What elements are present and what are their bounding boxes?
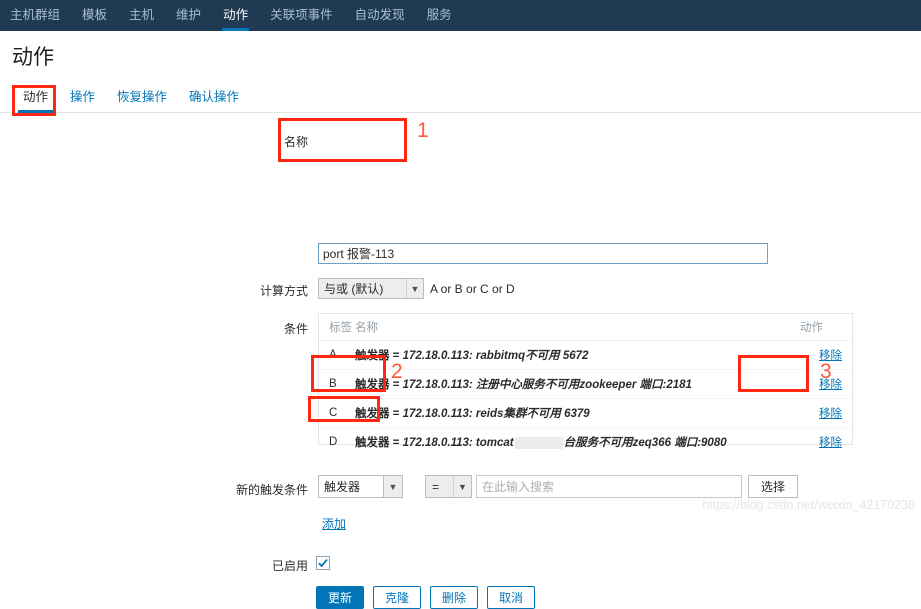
table-row: D 触发器 = 172.18.0.113: tomcat 台服务不可用zeq366…: [319, 428, 852, 457]
nav-item-label: 模板: [82, 8, 107, 22]
condition-name: 触发器 = 172.18.0.113: tomcat 台服务不可用zeq366 端…: [355, 428, 800, 457]
condition-name: 触发器 = 172.18.0.113: reids集群不可用 6379: [355, 399, 800, 428]
clone-button[interactable]: 克隆: [373, 586, 421, 609]
tab-recovery-operations[interactable]: 恢复操作: [106, 86, 178, 112]
condition-name: 触发器 = 172.18.0.113: rabbitmq不可用 5672: [355, 341, 800, 370]
new-condition-label: 新的触发条件: [200, 481, 308, 498]
tab-label: 动作: [23, 90, 48, 104]
enabled-label: 已启用: [240, 557, 308, 574]
calculation-select[interactable]: 与或 (默认) ▼: [318, 278, 424, 299]
nav-item-actions[interactable]: 动作: [212, 0, 259, 31]
nav-item-label: 服务: [427, 8, 452, 22]
nav-item-templates[interactable]: 模板: [71, 0, 118, 31]
name-label: 名称: [240, 133, 308, 150]
condition-operator: =: [390, 437, 403, 449]
table-header-row: 标签 名称 动作: [319, 314, 852, 341]
condition-tag: B: [319, 370, 355, 399]
delete-button[interactable]: 删除: [430, 586, 478, 609]
condition-operator: =: [390, 350, 403, 362]
new-condition-operator-select[interactable]: = ▼: [425, 475, 472, 498]
watermark-text: https://blog.csdn.net/weixin_42170236: [702, 498, 915, 512]
tab-label: 恢复操作: [117, 90, 167, 104]
condition-expression: 172.18.0.113: 注册中心服务不可用zookeeper 端口:2181: [403, 379, 692, 391]
remove-condition-link[interactable]: 移除: [819, 350, 842, 362]
nav-item-label: 动作: [223, 8, 248, 22]
nav-item-label: 主机: [129, 8, 154, 22]
remove-condition-link[interactable]: 移除: [819, 408, 842, 420]
condition-action-cell: 移除: [800, 399, 852, 428]
form-tab-strip: 动作 操作 恢复操作 确认操作: [0, 83, 921, 113]
name-input[interactable]: [318, 243, 768, 264]
condition-expression: 172.18.0.113: reids集群不可用 6379: [403, 408, 590, 420]
condition-action-cell: 移除: [800, 341, 852, 370]
condition-type: 触发器: [355, 379, 390, 391]
condition-operator: =: [390, 379, 403, 391]
nav-item-services[interactable]: 服务: [416, 0, 463, 31]
column-header-name: 名称: [355, 314, 800, 341]
chevron-down-icon[interactable]: ▼: [384, 475, 403, 498]
condition-type: 触发器: [355, 437, 390, 449]
tab-label: 操作: [70, 90, 95, 104]
table-row: B 触发器 = 172.18.0.113: 注册中心服务不可用zookeeper…: [319, 370, 852, 399]
chevron-down-icon: ▼: [406, 279, 423, 298]
tab-label: 确认操作: [189, 90, 239, 104]
redacted-text-block: [515, 437, 563, 449]
calculation-label: 计算方式: [228, 282, 308, 299]
select-button[interactable]: 选择: [748, 475, 798, 498]
condition-action-cell: 移除: [800, 370, 852, 399]
cancel-button[interactable]: 取消: [487, 586, 535, 609]
nav-item-discovery[interactable]: 自动发现: [344, 0, 416, 31]
tab-operations[interactable]: 操作: [59, 86, 106, 112]
enabled-checkbox[interactable]: [316, 556, 330, 570]
condition-action-cell: 移除: [800, 428, 852, 457]
condition-name: 触发器 = 172.18.0.113: 注册中心服务不可用zookeeper 端…: [355, 370, 800, 399]
column-header-action: 动作: [800, 314, 852, 341]
action-form: 名称 计算方式 与或 (默认) ▼ A or B or C or D 条件 标签…: [0, 113, 921, 518]
nav-item-host-groups[interactable]: 主机群组: [0, 0, 71, 31]
table-row: C 触发器 = 172.18.0.113: reids集群不可用 6379 移除: [319, 399, 852, 428]
new-condition-type-value: 触发器: [319, 478, 383, 495]
conditions-panel: 标签 名称 动作 A 触发器 = 172.18.0.113: rabbitmq不…: [318, 313, 853, 445]
checkmark-icon: [317, 557, 329, 569]
calculation-formula: A or B or C or D: [430, 282, 515, 296]
condition-type: 触发器: [355, 408, 390, 420]
form-footer-buttons: 更新 克隆 删除 取消: [316, 586, 535, 609]
condition-expression-after: 台服务不可用zeq366 端口:9080: [564, 437, 727, 449]
page-title: 动作: [12, 41, 54, 71]
nav-item-label: 主机群组: [10, 8, 60, 22]
nav-item-maintenance[interactable]: 维护: [165, 0, 212, 31]
column-header-tag: 标签: [319, 314, 355, 341]
chevron-down-icon: ▼: [453, 476, 471, 497]
new-condition-operator-value: =: [426, 480, 453, 494]
update-button[interactable]: 更新: [316, 586, 364, 609]
table-row: A 触发器 = 172.18.0.113: rabbitmq不可用 5672 移…: [319, 341, 852, 370]
condition-expression: 172.18.0.113: rabbitmq不可用 5672: [403, 350, 589, 362]
new-condition-type-select[interactable]: 触发器: [318, 475, 384, 498]
conditions-table: 标签 名称 动作 A 触发器 = 172.18.0.113: rabbitmq不…: [319, 314, 852, 456]
nav-item-label: 关联项事件: [270, 8, 333, 22]
remove-condition-link[interactable]: 移除: [819, 437, 842, 449]
nav-item-label: 自动发现: [355, 8, 405, 22]
page-header: 动作: [0, 31, 921, 83]
nav-item-label: 维护: [176, 8, 201, 22]
nav-item-hosts[interactable]: 主机: [118, 0, 165, 31]
calculation-select-value: 与或 (默认): [319, 280, 406, 297]
condition-tag: C: [319, 399, 355, 428]
condition-expression-before: 172.18.0.113: tomcat: [403, 437, 514, 449]
top-navigation-bar: 主机群组 模板 主机 维护 动作 关联项事件 自动发现 服务: [0, 0, 921, 31]
condition-operator: =: [390, 408, 403, 420]
tab-action[interactable]: 动作: [12, 86, 59, 112]
condition-tag: D: [319, 428, 355, 457]
condition-type: 触发器: [355, 350, 390, 362]
tab-acknowledge-operations[interactable]: 确认操作: [178, 86, 250, 112]
remove-condition-link[interactable]: 移除: [819, 379, 842, 391]
search-input[interactable]: [476, 475, 742, 498]
condition-tag: A: [319, 341, 355, 370]
conditions-label: 条件: [240, 320, 308, 337]
nav-item-correlation-events[interactable]: 关联项事件: [259, 0, 344, 31]
